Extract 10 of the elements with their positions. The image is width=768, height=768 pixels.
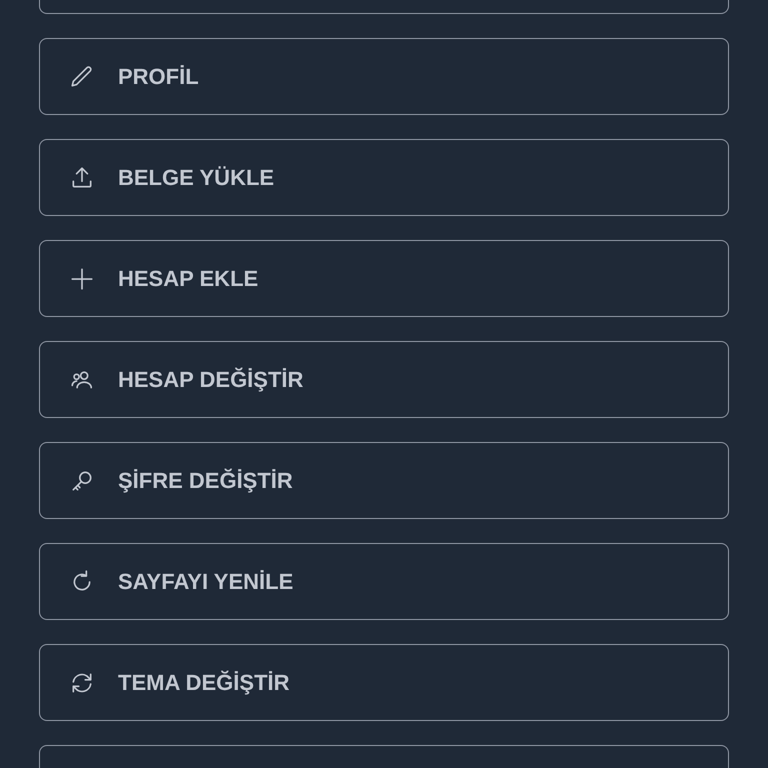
- menu-button[interactable]: BELGE YÜKLE: [39, 139, 729, 216]
- plus-icon: [69, 266, 95, 292]
- menu-button[interactable]: [39, 0, 729, 14]
- menu-button[interactable]: PROFİL: [39, 38, 729, 115]
- menu-button[interactable]: SAYFAYI YENİLE: [39, 543, 729, 620]
- menu-button[interactable]: [39, 745, 729, 768]
- menu-button[interactable]: TEMA DEĞİŞTİR: [39, 644, 729, 721]
- menu-button[interactable]: HESAP DEĞİŞTİR: [39, 341, 729, 418]
- menu-button[interactable]: ŞİFRE DEĞİŞTİR: [39, 442, 729, 519]
- menu-button[interactable]: HESAP EKLE: [39, 240, 729, 317]
